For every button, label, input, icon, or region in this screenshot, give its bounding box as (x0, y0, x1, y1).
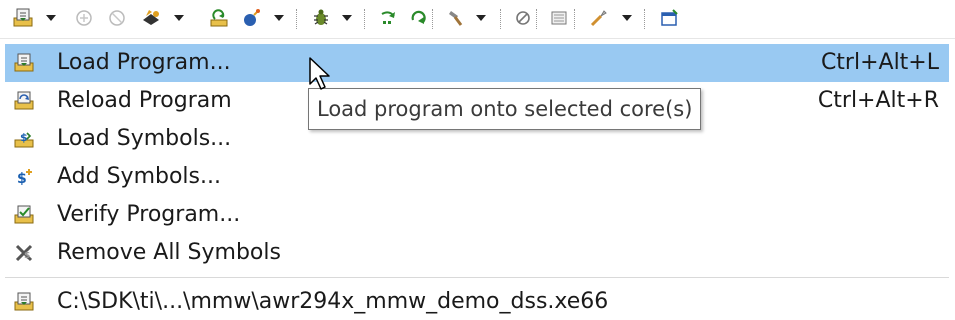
mouse-cursor-icon (308, 56, 338, 96)
remove-symbols-icon: $ (14, 243, 34, 263)
menu-item-verify-program[interactable]: Verify Program... (5, 196, 949, 234)
menu-item-remove-all-symbols[interactable]: $ Remove All Symbols (5, 234, 949, 272)
disabled-connect-icon (74, 7, 96, 29)
debug-toolbar (0, 0, 955, 39)
step-dropdown-icon[interactable] (272, 12, 286, 24)
menu-item-label: Reload Program (57, 88, 232, 113)
menu-item-label: C:\SDK\ti\...\mmw\awr294x_mmw_demo_dss.x… (57, 289, 609, 314)
debug-dropdown-icon[interactable] (340, 12, 354, 24)
chip-dropdown-icon[interactable] (172, 12, 186, 24)
svg-text:$: $ (17, 171, 27, 187)
memory-icon[interactable] (548, 7, 570, 29)
toolbar-separator (500, 9, 503, 29)
toolbar-separator (644, 9, 647, 29)
menu-item-label: Verify Program... (57, 202, 241, 227)
menu-item-add-symbols[interactable]: $ Add Symbols... (5, 158, 949, 196)
menu-item-load-program[interactable]: Load Program... Ctrl+Alt+L (5, 44, 949, 82)
svg-text:$: $ (24, 251, 30, 261)
hammer-icon[interactable] (444, 7, 466, 29)
toolbar-separator (364, 9, 367, 29)
disabled-disconnect-icon (106, 7, 128, 29)
expressions-icon[interactable] (512, 7, 534, 29)
toolbar-separator (574, 9, 577, 29)
menu-item-recent-program[interactable]: C:\SDK\ti\...\mmw\awr294x_mmw_demo_dss.x… (5, 283, 949, 320)
svg-text:$: $ (20, 131, 28, 144)
menu-item-label: Add Symbols... (57, 164, 221, 189)
toolbar-separator (296, 9, 299, 29)
reload-program-icon (14, 91, 34, 111)
debug-icon[interactable] (310, 7, 332, 29)
menu-item-label: Remove All Symbols (57, 240, 281, 265)
load-program-icon (14, 53, 34, 73)
menu-separator (5, 277, 949, 278)
tools-dropdown-icon[interactable] (620, 12, 634, 24)
hammer-dropdown-icon[interactable] (474, 12, 488, 24)
add-symbols-icon: $ (14, 167, 34, 187)
chip-icon[interactable] (140, 7, 162, 29)
load-program-dropdown-icon[interactable] (44, 12, 58, 24)
toolbar-separator (432, 9, 435, 29)
step-over-icon[interactable] (378, 7, 400, 29)
menu-item-shortcut: Ctrl+Alt+R (817, 88, 939, 113)
step-icon[interactable] (240, 7, 262, 29)
load-symbols-icon: $ (14, 129, 34, 149)
load-program-icon[interactable] (12, 7, 34, 29)
tooltip: Load program onto selected core(s) (308, 88, 702, 130)
tools-icon[interactable] (588, 7, 610, 29)
menu-item-label: Load Program... (57, 50, 231, 75)
debug-menu-screen: Load Program... Ctrl+Alt+L Reload Progra… (0, 0, 955, 320)
run-menu: Load Program... Ctrl+Alt+L Reload Progra… (0, 41, 955, 320)
step-return-icon[interactable] (408, 7, 430, 29)
menu-item-shortcut: Ctrl+Alt+L (820, 50, 939, 75)
verify-program-icon (14, 205, 34, 225)
load-program-icon (14, 292, 34, 312)
open-view-icon[interactable] (658, 7, 680, 29)
restart-icon[interactable] (208, 7, 230, 29)
toolbar-separator (536, 9, 539, 29)
menu-item-label: Load Symbols... (57, 126, 232, 151)
